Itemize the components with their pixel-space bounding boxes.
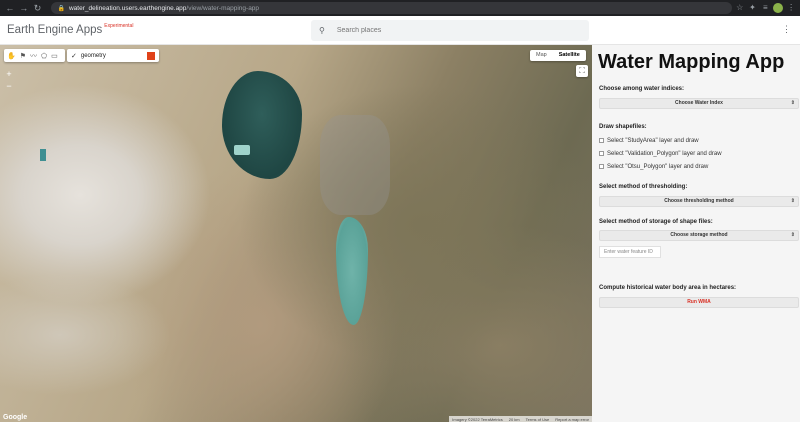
pond-west xyxy=(40,149,46,161)
polygon-draw-icon[interactable]: ⬠ xyxy=(41,52,47,60)
search-box[interactable]: ⚲ xyxy=(311,20,589,41)
lock-icon: 🔒 xyxy=(57,5,65,12)
line-draw-icon[interactable]: 〰 xyxy=(30,51,37,61)
urban-area xyxy=(320,115,390,215)
extensions-icon[interactable]: ✦ xyxy=(748,3,758,13)
checkbox-icon[interactable] xyxy=(599,164,604,169)
address-bar[interactable]: 🔒 water_delineation.users.earthengine.ap… xyxy=(51,2,732,14)
attribution-scale: 20 km xyxy=(508,416,520,422)
map-type-map-button[interactable]: Map xyxy=(530,50,553,61)
back-icon[interactable]: ← xyxy=(4,2,16,14)
checkbox-label: Select "Otsu_Polygon" layer and draw xyxy=(607,163,709,170)
checkbox-otsu-polygon[interactable]: Select "Otsu_Polygon" layer and draw xyxy=(599,160,796,173)
zoom-in-button[interactable]: + xyxy=(3,68,15,80)
google-logo: Google xyxy=(3,414,28,421)
compute-label: Compute historical water body area in he… xyxy=(599,285,737,291)
profile-avatar[interactable] xyxy=(773,3,784,13)
water-index-select-value: Choose Water Index xyxy=(675,100,723,106)
layer-check-icon[interactable]: ✓ xyxy=(71,52,77,60)
browser-toolbar: ← → ↻ 🔒 water_delineation.users.eartheng… xyxy=(0,0,800,16)
search-icon: ⚲ xyxy=(319,26,325,35)
map-type-toggle: Map Satellite xyxy=(530,50,586,61)
zoom-out-button[interactable]: − xyxy=(3,80,15,92)
water-index-select[interactable]: Choose Water Index ⇕ xyxy=(599,98,799,109)
great-salt-lake xyxy=(222,71,302,179)
zoom-control: + − xyxy=(3,68,15,92)
bookmark-star-icon[interactable]: ☆ xyxy=(735,3,745,13)
attribution-imagery: Imagery ©2022 TerraMetrics xyxy=(452,416,503,422)
storage-select-value: Choose storage method xyxy=(670,232,728,238)
shapefiles-label: Draw shapefiles: xyxy=(599,124,647,130)
evaporation-pond xyxy=(234,145,250,155)
fullscreen-icon[interactable]: ⛶ xyxy=(576,65,588,77)
threshold-label: Select method of thresholding: xyxy=(599,184,688,190)
rectangle-draw-icon[interactable]: ▭ xyxy=(51,52,58,60)
brand-title[interactable]: Earth Engine Apps xyxy=(7,24,102,36)
checkbox-icon[interactable] xyxy=(599,151,604,156)
utah-lake xyxy=(336,217,368,325)
more-options-icon[interactable]: ⋮ xyxy=(782,24,791,35)
browser-menu-icon[interactable]: ⋮ xyxy=(786,3,796,13)
map-attribution: Imagery ©2022 TerraMetrics 20 km Terms o… xyxy=(449,416,592,422)
forward-icon[interactable]: → xyxy=(18,2,30,14)
threshold-select[interactable]: Choose thresholding method ⇕ xyxy=(599,196,799,207)
water-index-label: Choose among water indices: xyxy=(599,86,685,92)
select-arrow-icon: ⇕ xyxy=(790,232,795,238)
url-path: /view/water-mapping-app xyxy=(186,4,260,12)
pan-hand-icon[interactable]: ✋ xyxy=(7,52,16,60)
map-canvas[interactable]: ✋ ⚑ 〰 ⬠ ▭ ✓ geometry + − Map Satellite ⛶… xyxy=(0,45,592,422)
select-arrow-icon: ⇕ xyxy=(790,100,795,106)
side-panel: Water Mapping App Choose among water ind… xyxy=(592,45,800,422)
storage-select[interactable]: Choose storage method ⇕ xyxy=(599,230,799,241)
menu-list-icon[interactable]: ≡ xyxy=(760,3,770,13)
app-header: Earth Engine Apps Experimental ⚲ ⋮ xyxy=(0,16,800,45)
url-host: water_delineation.users.earthengine.app xyxy=(68,4,187,12)
checkbox-icon[interactable] xyxy=(599,138,604,143)
map-type-satellite-button[interactable]: Satellite xyxy=(553,50,586,61)
water-feature-id-input[interactable]: Enter water feature ID xyxy=(599,246,661,258)
experimental-badge: Experimental xyxy=(104,23,134,29)
attribution-report[interactable]: Report a map error xyxy=(555,417,589,422)
search-input[interactable] xyxy=(336,27,577,34)
drawing-toolbar: ✋ ⚑ 〰 ⬠ ▭ xyxy=(4,49,65,62)
reload-icon[interactable]: ↻ xyxy=(32,2,44,14)
checkbox-label: Select "Validation_Polygon" layer and dr… xyxy=(607,150,722,157)
attribution-terms[interactable]: Terms of Use xyxy=(526,417,550,422)
point-marker-icon[interactable]: ⚑ xyxy=(20,52,26,60)
checkbox-validation-polygon[interactable]: Select "Validation_Polygon" layer and dr… xyxy=(599,147,796,160)
checkbox-study-area[interactable]: Select "StudyArea" layer and draw xyxy=(599,134,796,147)
layer-color-swatch[interactable] xyxy=(147,51,155,60)
storage-label: Select method of storage of shape files: xyxy=(599,219,713,225)
checkbox-label: Select "StudyArea" layer and draw xyxy=(607,137,699,144)
select-arrow-icon: ⇕ xyxy=(790,198,795,204)
threshold-select-value: Choose thresholding method xyxy=(664,198,734,204)
run-wma-button[interactable]: Run WMA xyxy=(599,297,799,308)
page-title: Water Mapping App xyxy=(598,51,785,73)
layer-name: geometry xyxy=(80,52,106,59)
geometry-layer[interactable]: ✓ geometry xyxy=(67,49,159,62)
